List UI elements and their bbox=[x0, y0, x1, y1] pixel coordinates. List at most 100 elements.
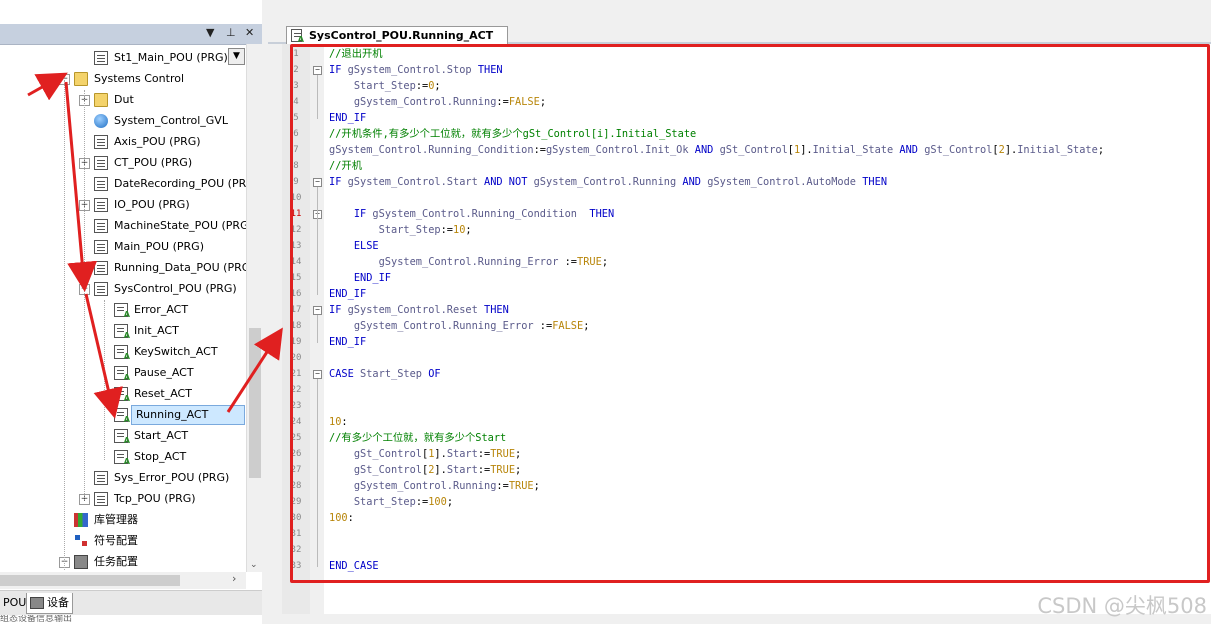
tree-item[interactable]: CT_POU (PRG) bbox=[94, 153, 254, 173]
code-line[interactable]: //开机条件,有多少个工位就，就有多少个gSt_Control[i].Initi… bbox=[329, 126, 696, 142]
fold-toggle-icon[interactable]: − bbox=[313, 306, 322, 315]
tree-item-label: Error_ACT bbox=[134, 303, 189, 316]
line-number: 20 bbox=[290, 353, 302, 363]
tree-item-label: Start_ACT bbox=[134, 429, 189, 442]
scrollbar-thumb[interactable] bbox=[249, 328, 261, 478]
line-number: 8 bbox=[293, 161, 299, 171]
line-number: 16 bbox=[290, 289, 302, 299]
tree-item[interactable]: DateRecording_POU (PRG) bbox=[94, 174, 259, 194]
pou-icon bbox=[94, 177, 108, 191]
tree-item[interactable]: Main_POU (PRG) bbox=[94, 237, 254, 257]
tree-item-label: KeySwitch_ACT bbox=[134, 345, 218, 358]
code-line[interactable]: Start_Step:=0; bbox=[329, 78, 441, 94]
tree-horizontal-scrollbar[interactable]: › bbox=[0, 572, 246, 589]
line-number: 19 bbox=[290, 337, 302, 347]
line-number: 2 bbox=[293, 65, 299, 75]
tree-item-label: 任务配置 bbox=[94, 555, 138, 568]
fold-toggle-icon[interactable]: − bbox=[313, 178, 322, 187]
tree-item[interactable]: 任务配置 bbox=[74, 552, 234, 572]
line-number: 17 bbox=[290, 305, 302, 315]
tree-item-label: DateRecording_POU (PRG) bbox=[114, 177, 260, 190]
globe-icon bbox=[94, 114, 108, 128]
code-line[interactable]: IF gSystem_Control.Running_Condition THE… bbox=[329, 206, 614, 222]
code-line[interactable]: gSt_Control[1].Start:=TRUE; bbox=[329, 446, 521, 462]
tab-running-act[interactable]: SysControl_POU.Running_ACT bbox=[286, 26, 508, 45]
pou-icon bbox=[94, 51, 108, 65]
tree-item[interactable]: 符号配置 bbox=[74, 531, 234, 551]
code-line[interactable]: END_CASE bbox=[329, 558, 379, 574]
line-number: 4 bbox=[293, 97, 299, 107]
scrollbar-thumb[interactable] bbox=[0, 575, 180, 586]
panel-header: ▼ ⊥ ✕ bbox=[0, 24, 262, 45]
code-line[interactable]: END_IF bbox=[329, 110, 366, 126]
devices-icon bbox=[30, 597, 44, 609]
tree-vertical-scrollbar[interactable]: ⌄ bbox=[246, 44, 263, 572]
code-line[interactable]: 10: bbox=[329, 414, 348, 430]
symbol-icon bbox=[74, 534, 88, 548]
tree-item-label: System_Control_GVL bbox=[114, 114, 228, 127]
tree-item-label: Axis_POU (PRG) bbox=[114, 135, 201, 148]
code-line[interactable]: gSystem_Control.Running:=FALSE; bbox=[329, 94, 546, 110]
code-line[interactable]: //开机 bbox=[329, 158, 362, 174]
tree-item[interactable]: Sys_Error_POU (PRG) bbox=[94, 468, 254, 488]
line-number: 7 bbox=[293, 145, 299, 155]
code-line[interactable]: Start_Step:=10; bbox=[329, 222, 472, 238]
code-line[interactable]: gSystem_Control.Running_Error :=TRUE; bbox=[329, 254, 608, 270]
line-number: 24 bbox=[290, 417, 302, 427]
scroll-down-icon[interactable]: ⌄ bbox=[250, 560, 258, 570]
tree-item-label: Tcp_POU (PRG) bbox=[114, 492, 196, 505]
code-line[interactable]: END_IF bbox=[329, 286, 366, 302]
tree-item-label: Systems Control bbox=[94, 72, 185, 85]
line-number: 5 bbox=[293, 113, 299, 123]
scroll-right-icon[interactable]: › bbox=[232, 572, 236, 585]
code-line[interactable]: IF gSystem_Control.Stop THEN bbox=[329, 62, 503, 78]
line-number: 14 bbox=[290, 257, 302, 267]
action-icon bbox=[114, 303, 130, 319]
code-line[interactable]: CASE Start_Step OF bbox=[329, 366, 441, 382]
code-line[interactable]: gSystem_Control.Running:=TRUE; bbox=[329, 478, 540, 494]
tree-item-label: 符号配置 bbox=[94, 534, 138, 547]
tree-item[interactable]: SysControl_POU (PRG) bbox=[94, 279, 254, 299]
fold-toggle-icon[interactable]: − bbox=[313, 370, 322, 379]
code-line[interactable]: gSystem_Control.Running_Condition:=gSyst… bbox=[329, 142, 1104, 158]
folder-icon bbox=[74, 72, 88, 86]
pou-icon bbox=[94, 492, 108, 506]
tree-item[interactable]: Systems Control bbox=[74, 69, 234, 89]
code-line[interactable]: gSystem_Control.Running_Error :=FALSE; bbox=[329, 318, 590, 334]
action-icon bbox=[114, 366, 130, 382]
fold-toggle-icon[interactable]: − bbox=[313, 66, 322, 75]
code-line[interactable]: IF gSystem_Control.Reset THEN bbox=[329, 302, 509, 318]
code-line[interactable]: //退出开机 bbox=[329, 46, 383, 62]
tree-item[interactable]: MachineState_POU (PRG) bbox=[94, 216, 254, 236]
code-line[interactable]: END_IF bbox=[329, 334, 366, 350]
tree-item[interactable]: 库管理器 bbox=[74, 510, 234, 530]
pin-icon[interactable]: ⊥ bbox=[226, 26, 236, 39]
tree-item[interactable]: Tcp_POU (PRG) bbox=[94, 489, 254, 509]
code-line[interactable]: IF gSystem_Control.Start AND NOT gSystem… bbox=[329, 174, 887, 190]
tree-guide-line bbox=[84, 90, 85, 500]
panel-dropdown-icon[interactable]: ▼ bbox=[206, 26, 214, 39]
action-icon bbox=[114, 408, 130, 424]
action-icon bbox=[114, 387, 130, 403]
code-line[interactable]: Start_Step:=100; bbox=[329, 494, 453, 510]
tab-devices[interactable]: 设备 bbox=[26, 593, 73, 614]
code-line[interactable]: //有多少个工位就，就有多少个Start bbox=[329, 430, 506, 446]
tree-guide-line bbox=[104, 300, 105, 460]
tab-title: SysControl_POU.Running_ACT bbox=[309, 29, 494, 42]
pou-icon bbox=[94, 135, 108, 149]
tree-item[interactable]: IO_POU (PRG) bbox=[94, 195, 254, 215]
tree-item-label: IO_POU (PRG) bbox=[114, 198, 190, 211]
tree-item[interactable]: Running_Data_POU (PRG) bbox=[94, 258, 255, 278]
code-line[interactable]: END_IF bbox=[329, 270, 391, 286]
tree-item[interactable]: Dut bbox=[94, 90, 254, 110]
code-line[interactable]: ELSE bbox=[329, 238, 379, 254]
tree-item-label: SysControl_POU (PRG) bbox=[114, 282, 237, 295]
code-line[interactable]: gSt_Control[2].Start:=TRUE; bbox=[329, 462, 521, 478]
tree-dropdown-button[interactable]: ▼ bbox=[228, 48, 245, 65]
tree-item-label: Running_ACT bbox=[131, 405, 245, 425]
code-line[interactable]: 100: bbox=[329, 510, 354, 526]
tree-item[interactable]: Axis_POU (PRG) bbox=[94, 132, 254, 152]
tree-item[interactable]: System_Control_GVL bbox=[94, 111, 254, 131]
close-icon[interactable]: ✕ bbox=[245, 26, 254, 39]
line-number: 10 bbox=[290, 193, 302, 203]
